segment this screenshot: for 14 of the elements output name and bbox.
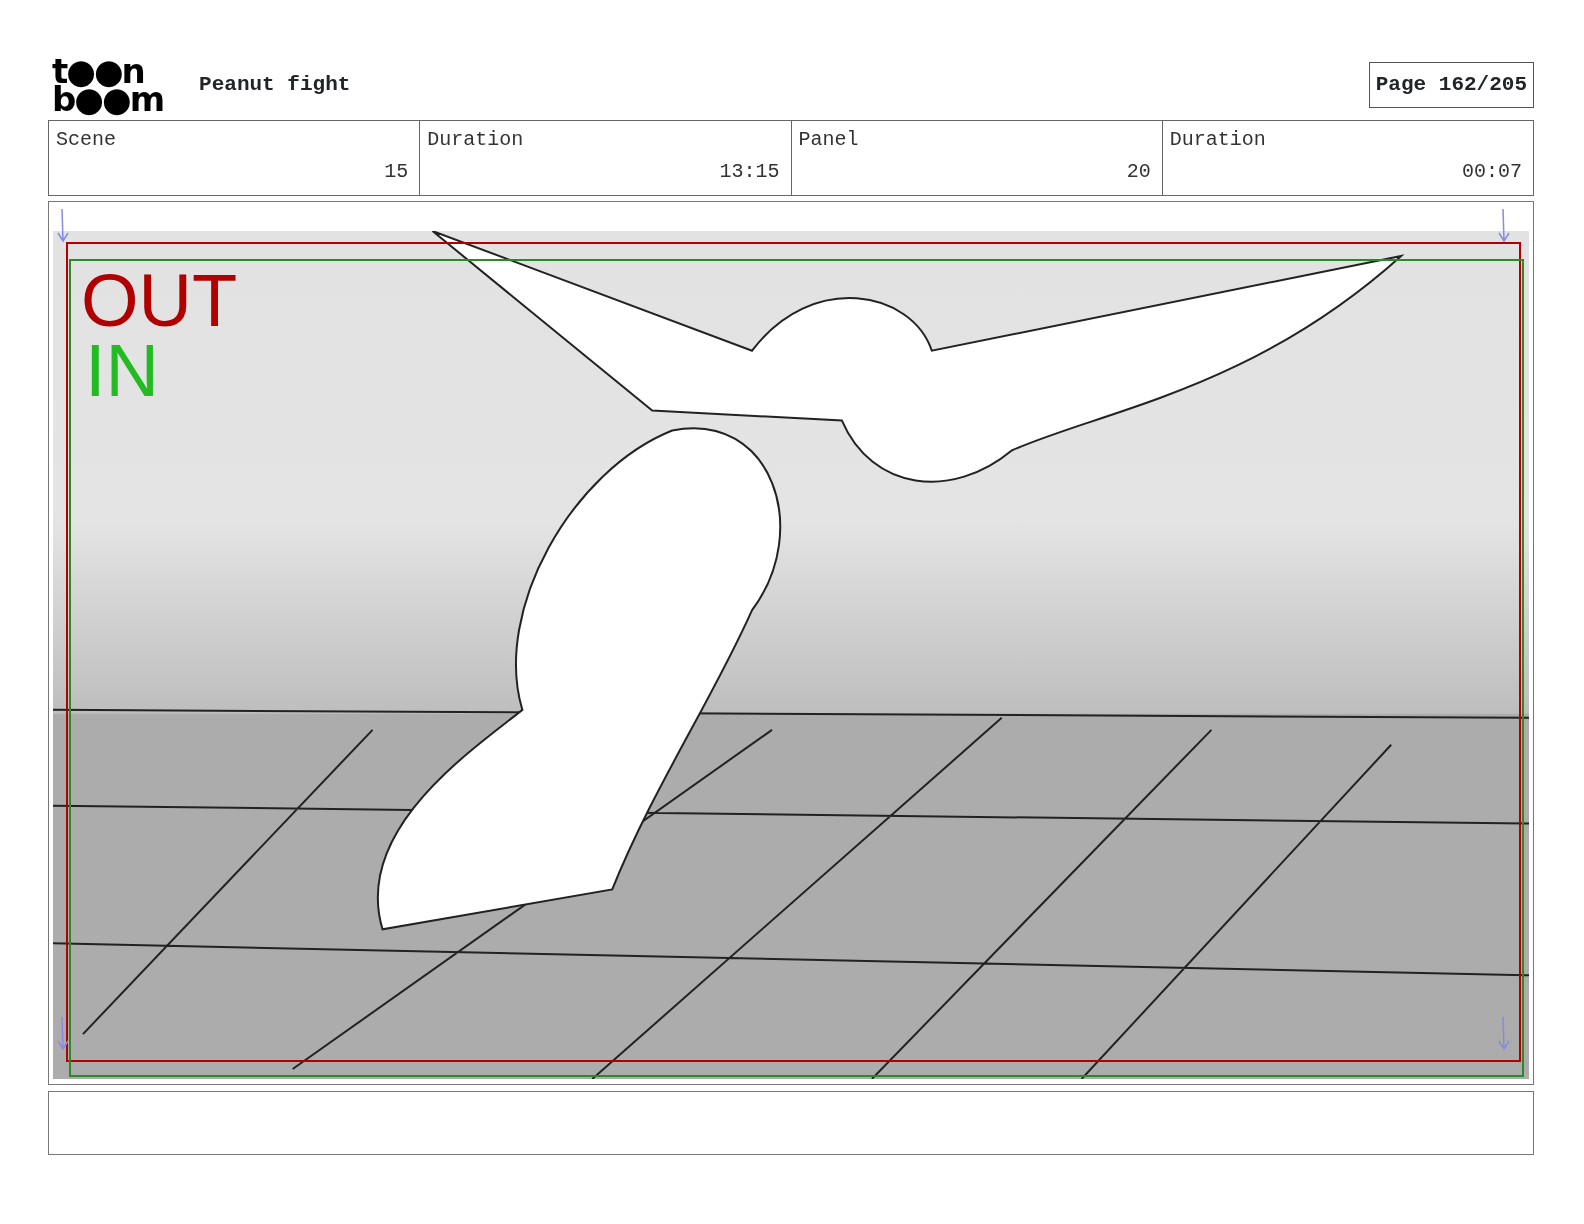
storyboard-title: Peanut fight — [199, 72, 351, 99]
field-label: Scene — [56, 127, 117, 153]
field-label: Panel — [798, 127, 860, 153]
field-label: Duration — [1169, 127, 1267, 153]
field-label: Duration — [427, 127, 525, 153]
arrow-icon — [57, 209, 69, 243]
arrow-icon — [1498, 1017, 1510, 1051]
field-value: 13:15 — [719, 159, 780, 185]
field-value: 20 — [1126, 159, 1151, 185]
field-value: 15 — [384, 159, 409, 185]
arrow-icon — [57, 1017, 69, 1051]
field-value: 00:07 — [1462, 159, 1522, 185]
arrow-icon — [1498, 209, 1510, 243]
page-number: Page 162/205 — [1368, 62, 1534, 108]
